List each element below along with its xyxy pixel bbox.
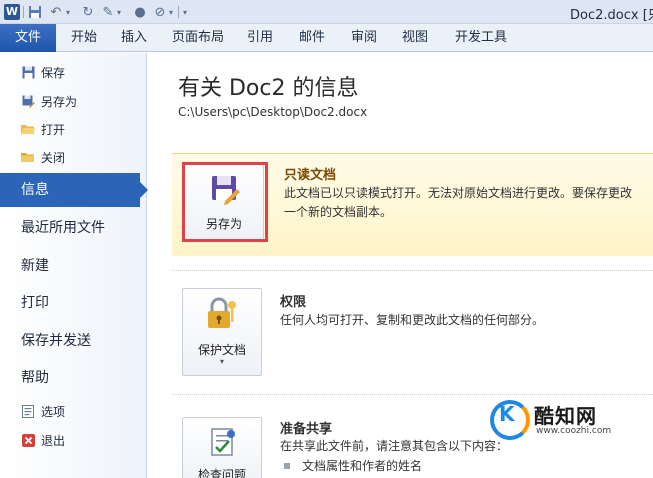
save-icon[interactable] <box>27 4 43 20</box>
close-folder-icon <box>21 150 35 164</box>
prepare-bullet-1: 文档属性和作者的姓名 <box>302 459 423 473</box>
nav-exit-label: 退出 <box>41 433 66 448</box>
tab-review[interactable]: 审阅 <box>340 24 388 52</box>
readonly-title: 只读文档 <box>284 168 337 183</box>
record-icon[interactable]: ● <box>132 4 148 20</box>
nav-close[interactable]: 关闭 <box>21 147 65 167</box>
lock-key-icon <box>208 297 236 328</box>
section-divider <box>172 270 653 271</box>
nav-new[interactable]: 新建 <box>21 255 49 277</box>
save-icon <box>21 65 35 79</box>
check-document-icon <box>211 428 235 456</box>
protect-document-button[interactable]: 保护文档 ▾ <box>182 288 262 376</box>
tab-developer[interactable]: 开发工具 <box>446 24 516 52</box>
prepare-text: 在共享此文件前，请注意其包含以下内容： <box>280 439 509 453</box>
readonly-text-line1: 此文档已以只读模式打开。无法对原始文档进行更改。要保存更改 <box>284 186 633 200</box>
window-title: Doc2.docx [只读 <box>570 8 653 23</box>
chevron-down-icon[interactable]: ▾ <box>114 4 124 20</box>
tab-file[interactable]: 文件 <box>0 24 56 52</box>
customize-toolbar-icon[interactable]: ▾ <box>180 4 190 20</box>
section-divider <box>172 394 653 395</box>
nav-help[interactable]: 帮助 <box>21 367 49 389</box>
separator <box>178 6 179 18</box>
nav-save-label: 保存 <box>41 65 66 80</box>
prepare-title: 准备共享 <box>280 422 333 437</box>
separator <box>23 6 24 18</box>
tab-insert[interactable]: 插入 <box>110 24 158 52</box>
protect-document-button-label: 保护文档 <box>197 343 246 357</box>
chevron-down-icon: ▾ <box>219 357 224 366</box>
nav-info[interactable]: 信息 <box>0 173 148 207</box>
page-title: 有关 Doc2 的信息 <box>178 76 359 101</box>
bullet-icon <box>284 463 290 469</box>
highlight-box <box>182 162 268 242</box>
tab-view[interactable]: 视图 <box>391 24 439 52</box>
nav-save-as-label: 另存为 <box>41 94 78 109</box>
permissions-title: 权限 <box>280 295 307 310</box>
watermark-logo-letter: K <box>499 402 515 426</box>
chevron-down-icon[interactable]: ▾ <box>63 4 73 20</box>
readonly-text-line2: 一个新的文档副本。 <box>284 205 393 219</box>
tab-page-layout[interactable]: 页面布局 <box>163 24 233 52</box>
word-app-icon[interactable]: W <box>4 4 20 20</box>
backstage-nav: 保存 另存为 打开 关闭 信息 最近所用文件 新建 打印 保存并发送 帮助 选项… <box>0 53 148 478</box>
nav-open-label: 打开 <box>41 122 66 137</box>
nav-recent[interactable]: 最近所用文件 <box>21 217 105 239</box>
tab-references[interactable]: 引用 <box>236 24 284 52</box>
ribbon-tabs: 文件 开始 插入 页面布局 引用 邮件 审阅 视图 开发工具 <box>0 24 653 52</box>
nav-options-label: 选项 <box>41 404 66 419</box>
permissions-text: 任何人均可打开、复制和更改此文档的任何部分。 <box>280 313 545 327</box>
exit-icon <box>21 433 35 447</box>
nav-close-label: 关闭 <box>41 150 66 165</box>
title-bar: W ↶ ▾ ↻ ✎ ▾ ● ⊘ ▾ ▾ Doc2.docx [只读 <box>0 0 653 24</box>
tab-home[interactable]: 开始 <box>60 24 108 52</box>
open-folder-icon <box>21 122 35 136</box>
watermark-url: www.coozhi.com <box>536 426 612 436</box>
nav-print[interactable]: 打印 <box>21 292 49 314</box>
document-path: C:\Users\pc\Desktop\Doc2.docx <box>178 105 368 119</box>
nav-save-as[interactable]: 另存为 <box>21 91 77 111</box>
readonly-section: 另存为 只读文档 此文档已以只读模式打开。无法对原始文档进行更改。要保存更改 一… <box>172 153 653 256</box>
tab-mailings[interactable]: 邮件 <box>288 24 336 52</box>
nav-open[interactable]: 打开 <box>21 119 65 139</box>
watermark-name: 酷知网 <box>534 404 597 428</box>
chevron-down-icon[interactable]: ▾ <box>166 4 176 20</box>
watermark: K 酷知网 www.coozhi.com <box>490 398 653 444</box>
nav-save-send[interactable]: 保存并发送 <box>21 330 91 352</box>
check-issues-button-label: 检查问题 <box>197 468 246 478</box>
redo-icon[interactable]: ↻ <box>80 4 96 20</box>
check-issues-button[interactable]: 检查问题 <box>182 417 262 478</box>
save-as-icon <box>21 94 35 108</box>
nav-exit[interactable]: 退出 <box>21 430 65 450</box>
undo-icon[interactable]: ↶ <box>48 4 64 20</box>
options-icon <box>21 404 35 418</box>
nav-options[interactable]: 选项 <box>21 401 65 421</box>
nav-save[interactable]: 保存 <box>21 62 65 82</box>
